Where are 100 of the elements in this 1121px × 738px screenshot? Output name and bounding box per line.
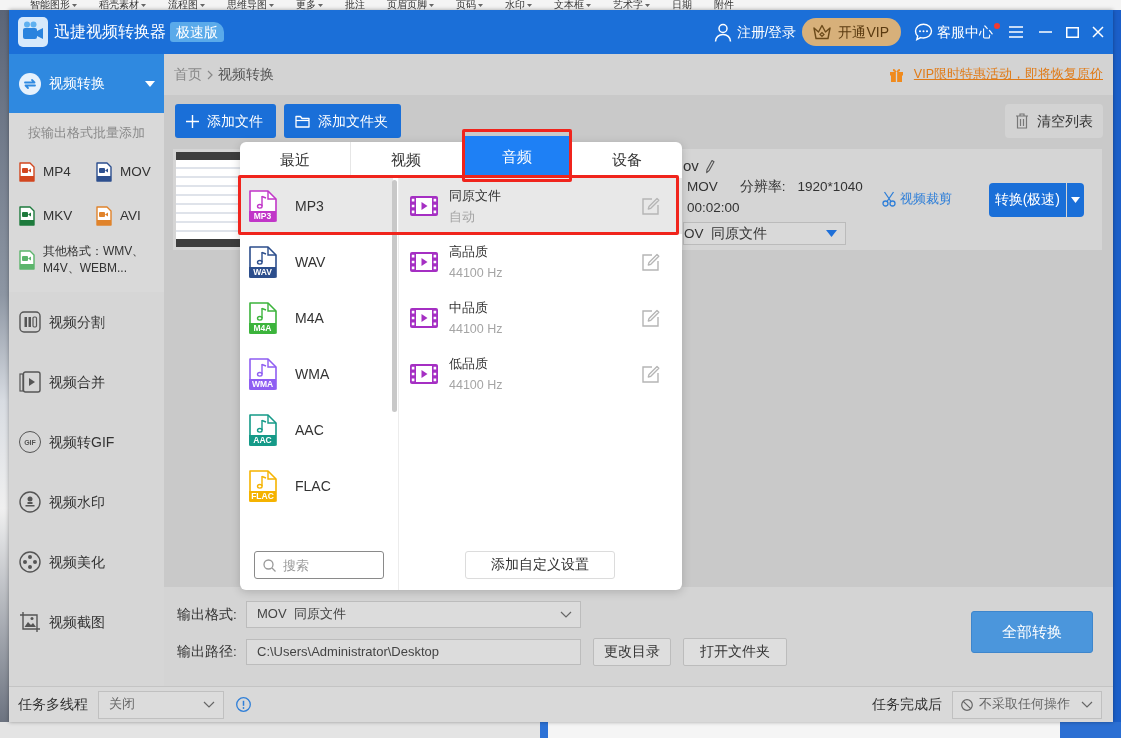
audio-file-icon: MP3 <box>249 190 277 222</box>
format-shortcut[interactable]: MOV <box>96 150 164 194</box>
vip-button[interactable]: 开通VIP <box>802 18 901 46</box>
convert-options-button[interactable] <box>1067 182 1084 217</box>
add-custom-button[interactable]: 添加自定义设置 <box>465 551 615 579</box>
ribbon-item[interactable]: 更多 <box>296 0 316 10</box>
after-task-select[interactable]: 不采取任何操作 <box>952 690 1102 719</box>
sidebar-item[interactable]: 视频截图 <box>9 592 164 652</box>
preset-option[interactable]: 中品质 44100 Hz <box>399 290 682 346</box>
output-format-dropdown[interactable]: OV 同原文件 <box>683 222 846 245</box>
image-icon <box>19 611 41 633</box>
format-shortcut[interactable]: MKV <box>19 194 96 238</box>
preset-option[interactable]: 低品质 44100 Hz <box>399 346 682 402</box>
preset-detail: 44100 Hz <box>449 320 503 338</box>
audio-file-icon: AAC <box>249 414 277 446</box>
pencil-icon[interactable] <box>704 158 715 174</box>
ribbon-item[interactable]: 思维导图 <box>227 0 267 10</box>
stamp-icon <box>19 491 41 513</box>
preset-title: 低品质 <box>449 354 489 373</box>
output-path-label: 输出路径: <box>177 643 238 661</box>
ribbon-item[interactable]: 文本框 <box>554 0 584 10</box>
plus-icon <box>186 114 199 128</box>
edit-icon[interactable] <box>641 196 660 216</box>
chevron-down-icon <box>203 701 215 708</box>
format-tab[interactable]: 最近 <box>240 142 351 178</box>
chevron-down-icon <box>1081 701 1093 708</box>
menu-icon[interactable] <box>1009 26 1023 38</box>
preset-detail: 自动 <box>449 208 476 226</box>
edit-icon[interactable] <box>641 364 660 384</box>
multithread-label: 任务多线程 <box>18 695 89 714</box>
clear-list-button[interactable]: 清空列表 <box>1005 104 1103 138</box>
chevron-right-icon <box>207 69 213 80</box>
user-icon <box>712 22 733 42</box>
scissors-icon <box>882 191 896 208</box>
format-shortcut[interactable]: AVI <box>96 194 164 238</box>
edit-icon[interactable] <box>641 308 660 328</box>
preset-title: 中品质 <box>449 298 489 317</box>
breadcrumb-link[interactable]: 视频转换 <box>218 65 274 84</box>
output-path-field[interactable]: C:\Users\Administrator\Desktop <box>246 639 581 665</box>
ribbon-item[interactable]: 水印 <box>505 0 525 10</box>
ribbon-item[interactable]: 页码 <box>456 0 476 10</box>
login-link[interactable]: 注册/登录 <box>712 22 797 42</box>
sidebar-current-item[interactable]: 视频转换 <box>9 54 164 113</box>
sidebar-item[interactable]: 视频水印 <box>9 472 164 532</box>
preset-title: 同原文件 <box>449 186 501 205</box>
output-format-label: 输出格式: <box>177 605 238 624</box>
format-option[interactable]: WMA WMA <box>240 346 393 402</box>
multithread-select[interactable]: 关闭 <box>98 690 224 719</box>
sidebar-item[interactable]: 视频分割 <box>9 292 164 352</box>
add-folder-button[interactable]: 添加文件夹 <box>284 104 401 138</box>
preset-detail: 44100 Hz <box>449 376 503 394</box>
ban-icon <box>961 698 973 711</box>
ribbon-item[interactable]: 稻壳素材 <box>99 0 139 10</box>
change-folder-button[interactable]: 更改目录 <box>593 638 671 666</box>
audio-file-icon: WAV <box>249 246 277 278</box>
format-hint: 按输出格式批量添加 <box>27 125 146 142</box>
format-option[interactable]: FLAC FLAC <box>240 458 393 514</box>
format-option[interactable]: WAV WAV <box>240 234 393 290</box>
edit-icon[interactable] <box>641 252 660 272</box>
ribbon-item[interactable]: 附件 <box>714 0 734 10</box>
convert-button[interactable]: 转换(极速) <box>988 182 1066 217</box>
format-option[interactable]: AAC AAC <box>240 402 393 458</box>
film-icon <box>409 363 439 385</box>
support-link[interactable]: 客服中心 <box>914 22 993 42</box>
ribbon-item[interactable]: 流程图 <box>168 0 198 10</box>
file-name: ov <box>683 156 699 176</box>
ribbon-item[interactable]: 日期 <box>672 0 692 10</box>
maximize-icon[interactable] <box>1066 26 1079 38</box>
ribbon-item[interactable]: 智能图形 <box>30 0 70 10</box>
format-shortcut[interactable]: MP4 <box>19 150 96 194</box>
ribbon-item[interactable]: 批注 <box>345 0 365 10</box>
preset-detail: 44100 Hz <box>449 264 503 282</box>
convert-arrows-icon <box>19 72 41 95</box>
scrollbar-thumb[interactable] <box>392 180 397 412</box>
file-duration: 00:02:00 <box>686 199 741 217</box>
preset-option[interactable]: 同原文件 自动 <box>399 178 682 234</box>
ribbon-item[interactable]: 艺术字 <box>613 0 643 10</box>
audio-file-icon: WMA <box>249 358 277 390</box>
output-format-select[interactable]: MOV 同原文件 <box>246 601 581 628</box>
edition-badge: 极速版 <box>170 22 224 42</box>
format-shortcut[interactable]: 其他格式：WMV、M4V、WEBM... <box>9 238 164 282</box>
sidebar-item[interactable]: 视频合并 <box>9 352 164 412</box>
chat-icon <box>914 23 933 41</box>
window-title: 迅捷视频转换器 <box>54 21 166 42</box>
info-icon[interactable] <box>236 697 251 712</box>
caret-down-icon <box>1071 196 1080 203</box>
add-file-button[interactable]: 添加文件 <box>175 104 276 138</box>
file-format: MOV <box>687 178 718 196</box>
chevron-down-icon <box>560 611 572 618</box>
search-field[interactable]: 搜索 <box>254 551 384 579</box>
format-tab[interactable]: 设备 <box>571 142 682 178</box>
sidebar-item[interactable]: 视频美化 <box>9 532 164 592</box>
ribbon-item[interactable]: 页眉页脚 <box>387 0 427 10</box>
preset-option[interactable]: 高品质 44100 Hz <box>399 234 682 290</box>
format-option[interactable]: MP3 MP3 <box>240 178 393 234</box>
close-icon[interactable] <box>1092 26 1104 38</box>
film-icon <box>409 195 439 217</box>
resolution-value: 1920*1040 <box>797 178 863 196</box>
open-folder-button[interactable]: 打开文件夹 <box>683 638 787 666</box>
format-option[interactable]: M4A M4A <box>240 290 393 346</box>
